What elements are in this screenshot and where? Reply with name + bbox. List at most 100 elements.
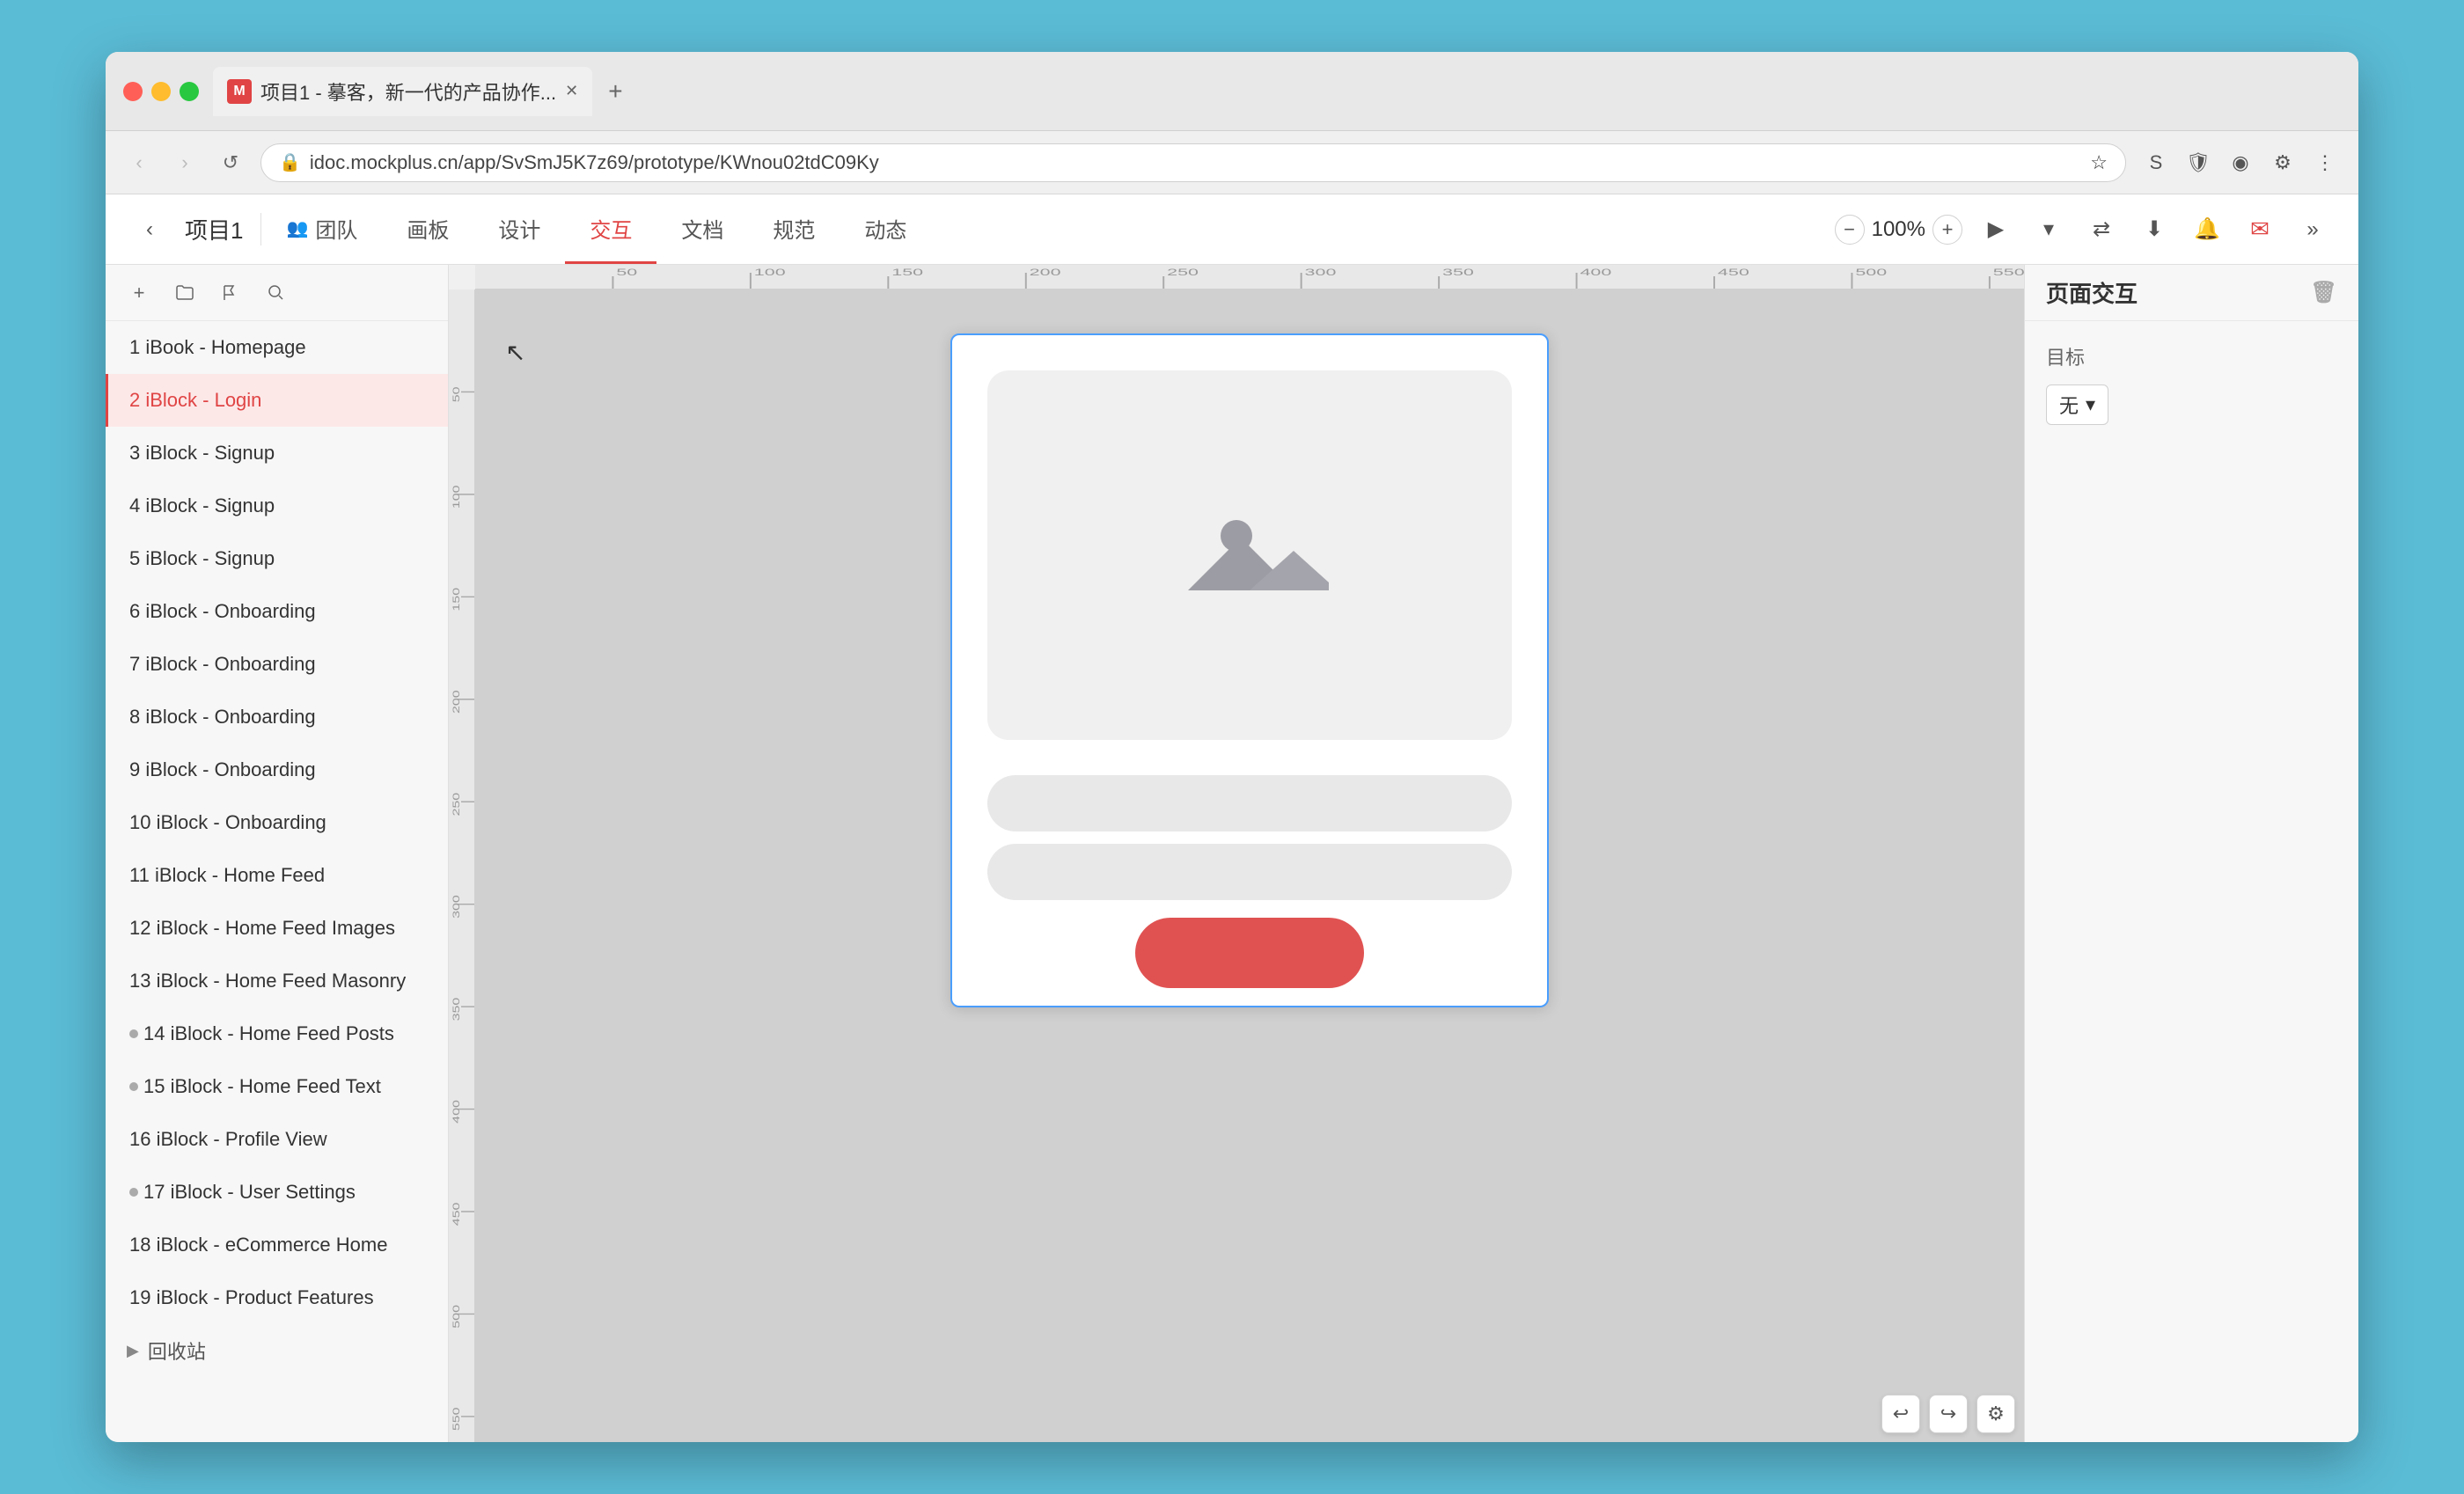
svg-text:200: 200 (1030, 267, 1061, 277)
page-item-18[interactable]: 18 iBlock - eCommerce Home (106, 1219, 448, 1271)
ruler-left: 50 100 150 200 250 300 350 (449, 289, 475, 1442)
page-item-15[interactable]: 15 iBlock - Home Feed Text (106, 1060, 448, 1113)
page-item-16[interactable]: 16 iBlock - Profile View (106, 1113, 448, 1166)
back-to-projects[interactable]: ‹ (132, 217, 167, 242)
minimize-button[interactable] (151, 82, 171, 101)
nav-activity[interactable]: 动态 (840, 194, 931, 264)
play-button[interactable]: ▶ (1976, 210, 2015, 249)
back-button[interactable]: ‹ (123, 147, 155, 179)
nav-canvas-label: 画板 (407, 213, 449, 244)
folder-button[interactable] (169, 277, 201, 309)
svg-text:50: 50 (451, 386, 461, 402)
page-item-4[interactable]: 4 iBlock - Signup (106, 480, 448, 532)
nav-spec[interactable]: 规范 (748, 194, 840, 264)
svg-text:250: 250 (1167, 267, 1199, 277)
title-bar: M 项目1 - 摹客，新一代的产品协作... ✕ + (106, 52, 2358, 131)
nav-team[interactable]: 👥 团队 (261, 194, 382, 264)
svg-text:150: 150 (451, 587, 461, 611)
delete-interaction-button[interactable]: 🗑 (2311, 280, 2337, 305)
zoom-level: 100% (1872, 217, 1925, 242)
address-bar[interactable]: 🔒 idoc.mockplus.cn/app/SvSmJ5K7z69/proto… (260, 143, 2126, 182)
ruler-top: 50 100 150 200 250 300 350 (475, 265, 2024, 289)
page-item-12[interactable]: 12 iBlock - Home Feed Images (106, 902, 448, 955)
maximize-button[interactable] (180, 82, 199, 101)
page-item-3[interactable]: 3 iBlock - Signup (106, 427, 448, 480)
frame-input-bar-2 (987, 844, 1512, 900)
dropdown-arrow-icon: ▾ (2086, 393, 2095, 416)
nav-design-label: 设计 (498, 213, 540, 244)
tab-bar: M 项目1 - 摹客，新一代的产品协作... ✕ + (213, 67, 2341, 116)
svg-text:300: 300 (1305, 267, 1337, 277)
redo-button[interactable]: ↪ (1929, 1395, 1968, 1433)
share-button[interactable]: ⇄ (2082, 210, 2121, 249)
left-panel: + (106, 265, 449, 1442)
more-icon[interactable]: ⋮ (2309, 147, 2341, 179)
frame-image-placeholder (987, 370, 1512, 740)
flag-button[interactable] (215, 277, 246, 309)
new-tab-button[interactable]: + (599, 74, 631, 109)
svg-text:500: 500 (1855, 267, 1887, 277)
target-value-row: 无 ▾ (2046, 384, 2337, 425)
bookmark-icon[interactable]: ☆ (2090, 151, 2108, 174)
search-button[interactable] (260, 277, 292, 309)
target-dropdown[interactable]: 无 ▾ (2046, 384, 2108, 425)
recycle-bin-section[interactable]: ▶ 回收站 (106, 1324, 448, 1377)
page-item-8[interactable]: 8 iBlock - Onboarding (106, 691, 448, 743)
page-item-13[interactable]: 13 iBlock - Home Feed Masonry (106, 955, 448, 1007)
page-item-17[interactable]: 17 iBlock - User Settings (106, 1166, 448, 1219)
page-item-6[interactable]: 6 iBlock - Onboarding (106, 585, 448, 638)
nav-bar: ‹ › ↺ 🔒 idoc.mockplus.cn/app/SvSmJ5K7z69… (106, 131, 2358, 194)
svg-text:250: 250 (451, 792, 461, 816)
close-button[interactable] (123, 82, 143, 101)
download-button[interactable]: ⬇ (2135, 210, 2174, 249)
arrow-icon: ▶ (127, 1342, 139, 1360)
profile-icon[interactable]: ◉ (2225, 147, 2256, 179)
page-item-14[interactable]: 14 iBlock - Home Feed Posts (106, 1007, 448, 1060)
page-item-11[interactable]: 11 iBlock - Home Feed (106, 849, 448, 902)
frame-login-button[interactable] (1135, 918, 1364, 988)
page-item-7[interactable]: 7 iBlock - Onboarding (106, 638, 448, 691)
nav-activity-label: 动态 (864, 213, 906, 244)
notification-button[interactable]: 🔔 (2188, 210, 2226, 249)
settings-nav-icon[interactable]: ⚙ (2267, 147, 2299, 179)
add-page-button[interactable]: + (123, 277, 155, 309)
zoom-out-button[interactable]: − (1835, 215, 1865, 245)
svg-text:450: 450 (1718, 267, 1749, 277)
svg-text:550: 550 (451, 1407, 461, 1431)
page-item-2[interactable]: 2 iBlock - Login (106, 374, 448, 427)
undo-button[interactable]: ↩ (1881, 1395, 1920, 1433)
page-item-19[interactable]: 19 iBlock - Product Features (106, 1271, 448, 1324)
ruler-area: 50 100 150 200 250 300 350 (449, 265, 2024, 1442)
right-panel-header: 页面交互 🗑 (2025, 265, 2358, 321)
shield-icon[interactable]: 🛡 (2182, 147, 2214, 179)
canvas-frame[interactable] (950, 333, 1549, 1007)
main-content: + (106, 265, 2358, 1442)
more-options-button[interactable]: » (2293, 210, 2332, 249)
page-item-10[interactable]: 10 iBlock - Onboarding (106, 796, 448, 849)
mail-button[interactable]: ✉ (2240, 210, 2279, 249)
zoom-in-button[interactable]: + (1932, 215, 1962, 245)
page-item-5[interactable]: 5 iBlock - Signup (106, 532, 448, 585)
nav-interact-label: 交互 (590, 213, 632, 244)
nav-canvas[interactable]: 画板 (382, 194, 473, 264)
right-panel: 页面交互 🗑 目标 无 ▾ (2024, 265, 2358, 1442)
active-tab[interactable]: M 项目1 - 摹客，新一代的产品协作... ✕ (213, 67, 592, 116)
canvas-area[interactable]: ↖ (475, 289, 2024, 1442)
canvas-settings-button[interactable]: ⚙ (1976, 1395, 2015, 1433)
page-item-1[interactable]: 1 iBook - Homepage (106, 321, 448, 374)
extensions-icon[interactable]: S (2140, 147, 2172, 179)
nav-interact[interactable]: 交互 (565, 194, 656, 264)
dropdown-play-button[interactable]: ▾ (2029, 210, 2068, 249)
nav-design[interactable]: 设计 (473, 194, 565, 264)
address-text: idoc.mockplus.cn/app/SvSmJ5K7z69/prototy… (310, 151, 2081, 174)
recycle-label: 回收站 (148, 1337, 206, 1365)
tab-close-button[interactable]: ✕ (565, 82, 578, 100)
project-title: 项目1 (167, 213, 261, 245)
svg-text:100: 100 (754, 267, 786, 277)
app-toolbar: ‹ 项目1 👥 团队 画板 设计 交互 文档 规范 动态 (106, 194, 2358, 265)
page-item-9[interactable]: 9 iBlock - Onboarding (106, 743, 448, 796)
refresh-button[interactable]: ↺ (215, 147, 246, 179)
nav-team-label: 团队 (315, 213, 357, 244)
nav-docs[interactable]: 文档 (656, 194, 748, 264)
forward-button[interactable]: › (169, 147, 201, 179)
